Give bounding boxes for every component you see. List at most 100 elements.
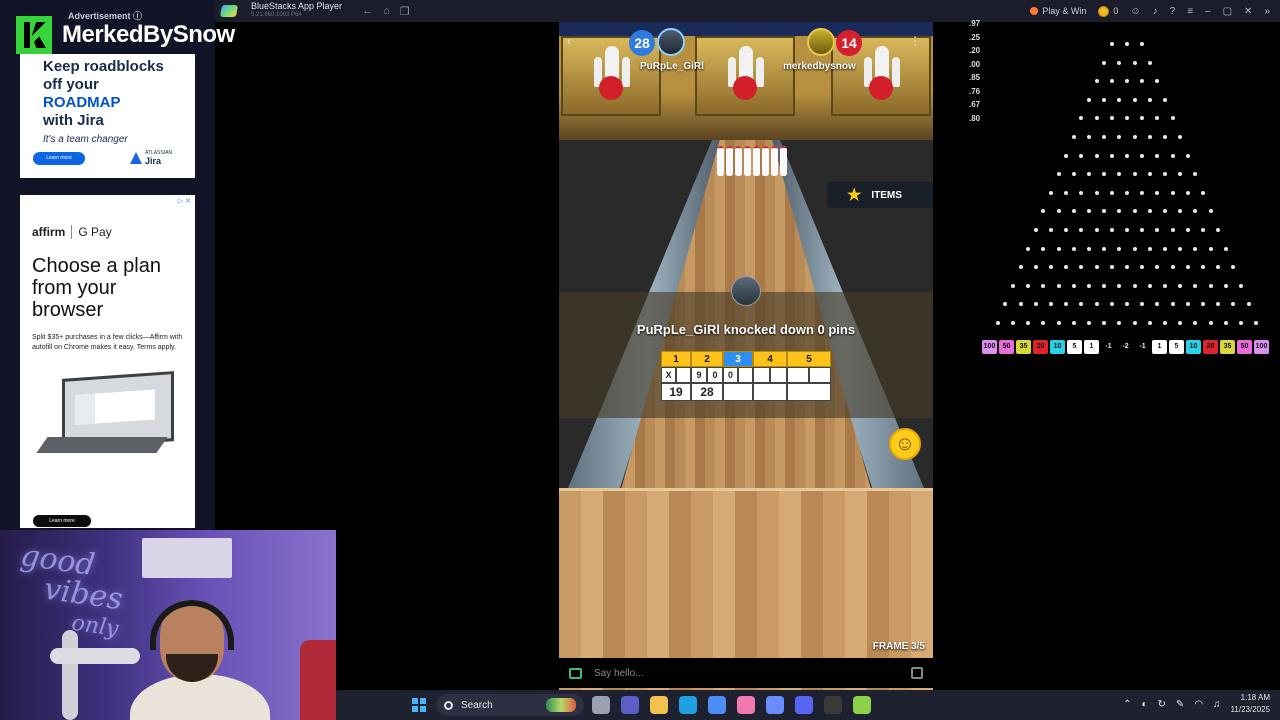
ad-line: with Jira: [43, 112, 104, 129]
multi-instance-icon[interactable]: ❐: [400, 5, 410, 18]
frame-total: [723, 383, 753, 401]
peg: [1193, 321, 1198, 325]
tray-app-icon[interactable]: ◐: [1141, 699, 1147, 710]
peg: [1125, 116, 1129, 121]
peg: [1079, 228, 1084, 232]
minimize-icon[interactable]: –: [1205, 6, 1211, 17]
edge-icon[interactable]: [679, 696, 697, 714]
atlassian-logo: ATLASSIAN Jira: [130, 150, 172, 166]
jira-ad[interactable]: Keep roadblocks off your ROADMAP with Ji…: [20, 54, 195, 178]
sticker-icon[interactable]: [911, 667, 923, 679]
peg: [1117, 60, 1122, 65]
help-icon[interactable]: ?: [1170, 6, 1176, 17]
microphone: [50, 648, 140, 664]
learn-more-button[interactable]: Learn more: [33, 515, 91, 527]
peg: [1208, 283, 1213, 288]
clock-time: 1:18 AM: [1240, 693, 1270, 702]
obs-icon[interactable]: [824, 696, 842, 714]
peg: [1140, 228, 1145, 232]
plinko-bucket: -1: [1135, 340, 1150, 354]
file-explorer-icon[interactable]: [650, 696, 668, 714]
peg: [1109, 302, 1114, 307]
teams-icon[interactable]: [621, 696, 639, 714]
peg: [1125, 79, 1129, 84]
back-icon[interactable]: ←: [362, 5, 373, 18]
discord-icon[interactable]: [795, 696, 813, 714]
coins-counter[interactable]: 0: [1098, 5, 1118, 17]
peg: [1117, 135, 1122, 139]
taskbar-search[interactable]: Search: [436, 694, 584, 716]
adchoices-icon[interactable]: ▷ ✕: [178, 197, 191, 205]
sync-icon[interactable]: ↻: [1158, 699, 1166, 710]
copilot-icon[interactable]: [766, 696, 784, 714]
plinko-bucket: 35: [1220, 340, 1235, 354]
logo-text: ATLASSIAN Jira: [145, 150, 172, 166]
player1-score: 28: [629, 30, 655, 56]
peg: [1026, 283, 1031, 288]
photos-icon[interactable]: [737, 696, 755, 714]
peg: [1178, 321, 1183, 325]
chat-input[interactable]: Say hello...: [594, 668, 899, 679]
roll-cell: [770, 367, 787, 383]
ad-body: Split $35+ purchases in a few clicks—Aff…: [32, 334, 183, 351]
emoji-button[interactable]: ☺: [889, 428, 921, 460]
window-title: BlueStacks App Player 5.21.660.1003 P64: [251, 2, 342, 20]
chevron-up-icon[interactable]: ⌃: [1123, 699, 1131, 710]
peg: [1049, 265, 1053, 270]
scorecard-rolls: X900: [661, 367, 831, 383]
task-view-icon[interactable]: [592, 696, 610, 714]
expand-icon[interactable]: »: [1264, 6, 1270, 17]
clock[interactable]: 1:18 AM 11/23/2025: [1231, 692, 1270, 716]
peg: [1049, 190, 1053, 195]
maximize-icon[interactable]: ▢: [1223, 6, 1232, 17]
menu-icon[interactable]: ≡: [1187, 6, 1193, 17]
ad-column: Advertisement ⓘ Keep roadblocks off your…: [0, 0, 215, 530]
peg: [1003, 302, 1008, 307]
learn-more-button[interactable]: Learn more: [33, 152, 85, 165]
peg: [1071, 246, 1076, 251]
avatar-icon[interactable]: ☺: [1130, 6, 1140, 17]
odds-value: .97: [969, 19, 981, 28]
peg: [1140, 302, 1145, 307]
more-icon[interactable]: ⋮: [909, 34, 921, 48]
roll-cell: [738, 367, 753, 383]
player2-avatar[interactable]: [807, 28, 835, 56]
peg: [1102, 97, 1107, 102]
wifi-icon[interactable]: ◠: [1194, 699, 1203, 710]
back-arrow-icon[interactable]: ‹: [567, 34, 571, 48]
windows-start-icon[interactable]: [412, 698, 426, 712]
bowling-game[interactable]: ‹ ⋮ 28 PuRpLe_GiRl 14 merkedbysnow ★ ITE…: [559, 22, 933, 690]
plinko-bucket: 50: [999, 340, 1014, 354]
peg: [1049, 302, 1053, 307]
peg: [1155, 79, 1160, 84]
pin-ball-icon: [723, 46, 769, 102]
roll-cell: 0: [723, 367, 738, 383]
affirm-ad[interactable]: ▷ ✕ affirm G Pay Choose a plan from your…: [20, 195, 195, 528]
peg: [1102, 283, 1107, 288]
peg: [1117, 283, 1122, 288]
player1-avatar[interactable]: [657, 28, 685, 56]
peg: [1056, 321, 1061, 325]
items-button[interactable]: ★ ITEMS: [827, 182, 933, 208]
peg: [1140, 79, 1145, 84]
peg: [1239, 283, 1243, 288]
store-icon[interactable]: [708, 696, 726, 714]
bluestacks-icon[interactable]: [853, 696, 871, 714]
bell-icon[interactable]: ♪: [1153, 6, 1158, 17]
player2-name: merkedbysnow: [783, 61, 856, 72]
peg: [1170, 302, 1175, 307]
close-icon[interactable]: ✕: [1244, 6, 1252, 17]
peg: [1109, 228, 1114, 232]
home-icon[interactable]: ⌂: [383, 5, 390, 18]
peg: [1231, 265, 1236, 270]
peg: [1147, 246, 1152, 251]
language-icon[interactable]: ✎: [1176, 699, 1184, 710]
pin-icon: [717, 146, 724, 176]
coin-icon: [1098, 5, 1110, 17]
peg: [1117, 97, 1122, 102]
title-text: BlueStacks App Player: [251, 1, 343, 11]
volume-icon[interactable]: ♫: [1213, 699, 1221, 710]
peg: [1079, 302, 1084, 307]
peg: [1094, 190, 1099, 195]
play-win-button[interactable]: Play & Win: [1030, 6, 1086, 16]
